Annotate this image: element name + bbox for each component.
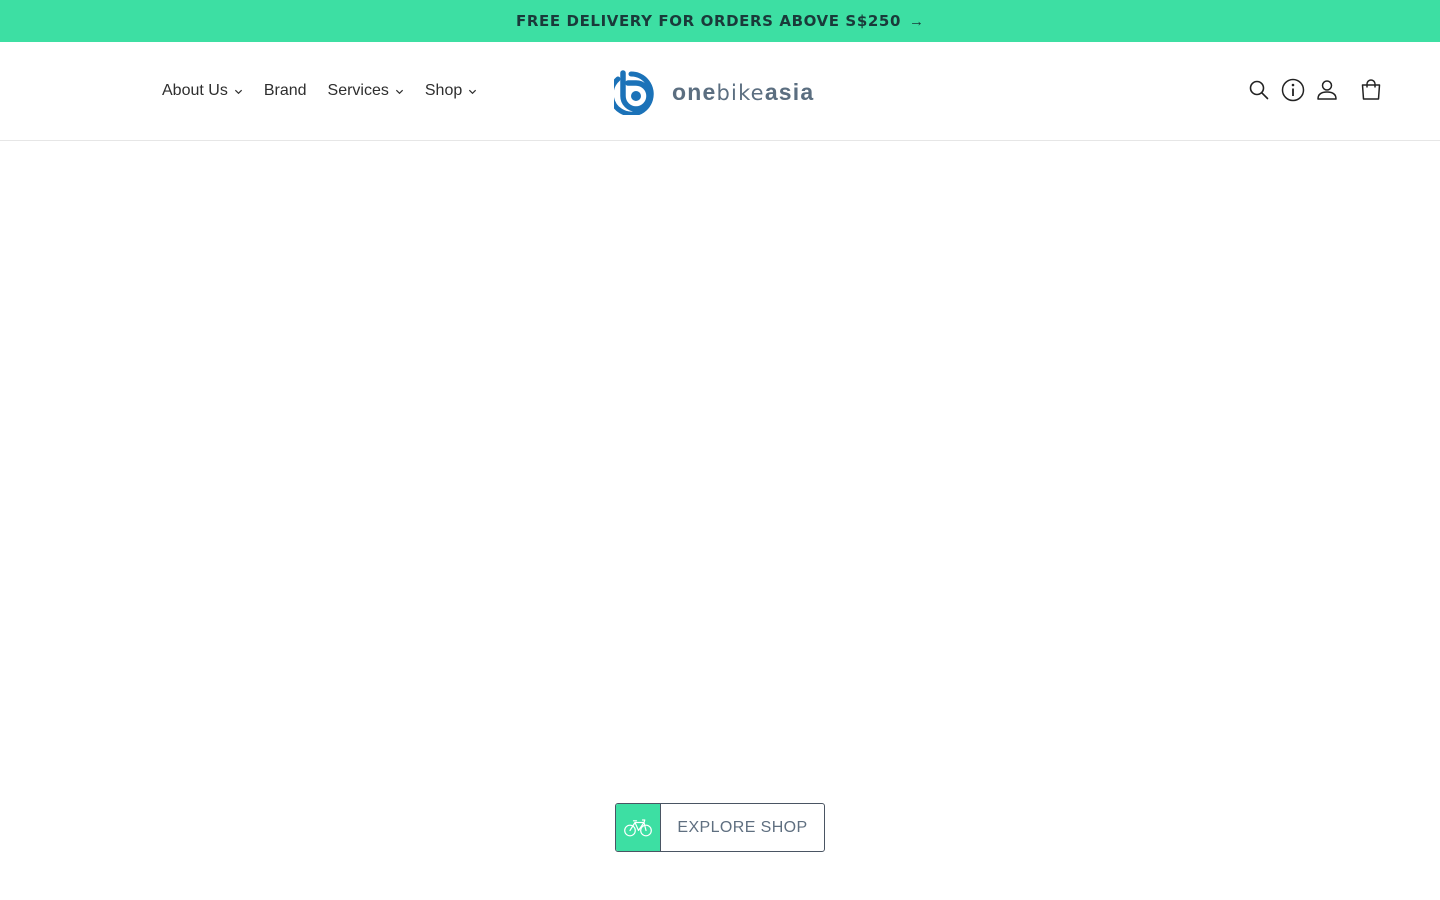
hero-section <box>0 141 1440 900</box>
info-icon[interactable] <box>1280 77 1306 103</box>
logo-wordmark: onebikeasia <box>672 79 814 106</box>
logo-word-bike: bike <box>716 80 765 105</box>
nav-item-services[interactable]: Services <box>328 82 404 100</box>
nav-item-about-us[interactable]: About Us <box>162 82 243 100</box>
cta-label: EXPLORE SHOP <box>677 818 808 836</box>
nav-item-label: Services <box>327 82 389 99</box>
nav-item-brand[interactable]: Brand <box>264 82 307 100</box>
logo-word-one: one <box>672 78 717 105</box>
arrow-right-icon: → <box>908 12 924 30</box>
main-nav: About Us Brand Services Shop <box>162 42 498 140</box>
nav-item-label: Shop <box>424 82 463 99</box>
chevron-down-icon <box>469 89 477 94</box>
bicycle-icon <box>624 818 652 836</box>
logo-mark-icon <box>614 70 654 115</box>
site-header: About Us Brand Services Shop onebikeasia <box>0 42 1440 141</box>
site-logo[interactable]: onebikeasia <box>614 68 814 116</box>
cart-icon[interactable] <box>1358 77 1384 103</box>
nav-item-label: About Us <box>162 82 228 99</box>
nav-item-shop[interactable]: Shop <box>425 82 477 100</box>
logo-word-asia: asia <box>764 78 815 105</box>
chevron-down-icon <box>234 89 242 94</box>
account-icon[interactable] <box>1314 77 1340 103</box>
search-icon[interactable] <box>1246 77 1272 103</box>
announcement-text: FREE DELIVERY FOR ORDERS ABOVE S$250 <box>516 12 901 30</box>
nav-item-label: Brand <box>263 82 307 99</box>
announcement-bar[interactable]: FREE DELIVERY FOR ORDERS ABOVE S$250 → <box>0 0 1440 42</box>
cta-icon-box <box>616 804 661 851</box>
explore-shop-button[interactable]: EXPLORE SHOP <box>615 803 825 852</box>
chevron-down-icon <box>395 89 403 94</box>
